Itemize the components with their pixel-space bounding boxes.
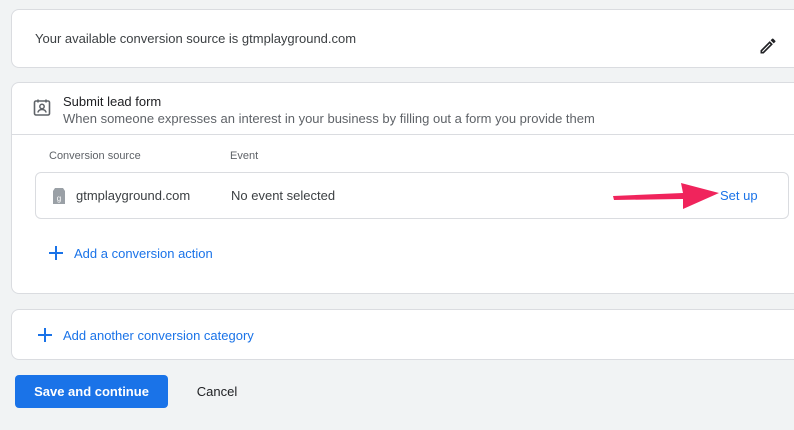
pencil-icon[interactable] xyxy=(758,36,778,56)
column-header-event: Event xyxy=(230,150,259,162)
contact-form-icon xyxy=(32,98,52,118)
save-and-continue-button[interactable]: Save and continue xyxy=(15,375,168,408)
lead-form-title: Submit lead form xyxy=(63,94,162,109)
row-event: No event selected xyxy=(231,188,336,203)
tag-icon: g xyxy=(52,187,66,205)
svg-text:g: g xyxy=(57,194,61,203)
annotation-arrow xyxy=(611,179,723,217)
plus-icon xyxy=(37,327,53,343)
plus-icon xyxy=(48,245,64,261)
add-conversion-action-label: Add a conversion action xyxy=(74,246,213,261)
lead-form-description: When someone expresses an interest in yo… xyxy=(63,111,595,126)
conversion-source-text: Your available conversion source is gtmp… xyxy=(35,31,357,46)
cancel-button[interactable]: Cancel xyxy=(183,375,251,408)
set-up-link[interactable]: Set up xyxy=(720,188,758,203)
row-conversion-source: gtmplayground.com xyxy=(76,188,191,203)
lead-form-header: Submit lead form When someone expresses … xyxy=(12,83,794,135)
add-category-card: Add another conversion category xyxy=(11,309,794,360)
add-conversion-category-label: Add another conversion category xyxy=(63,328,254,343)
conversion-source-card: Your available conversion source is gtmp… xyxy=(11,9,794,68)
lead-form-card: Submit lead form When someone expresses … xyxy=(11,82,794,294)
column-header-conversion-source: Conversion source xyxy=(49,150,141,162)
